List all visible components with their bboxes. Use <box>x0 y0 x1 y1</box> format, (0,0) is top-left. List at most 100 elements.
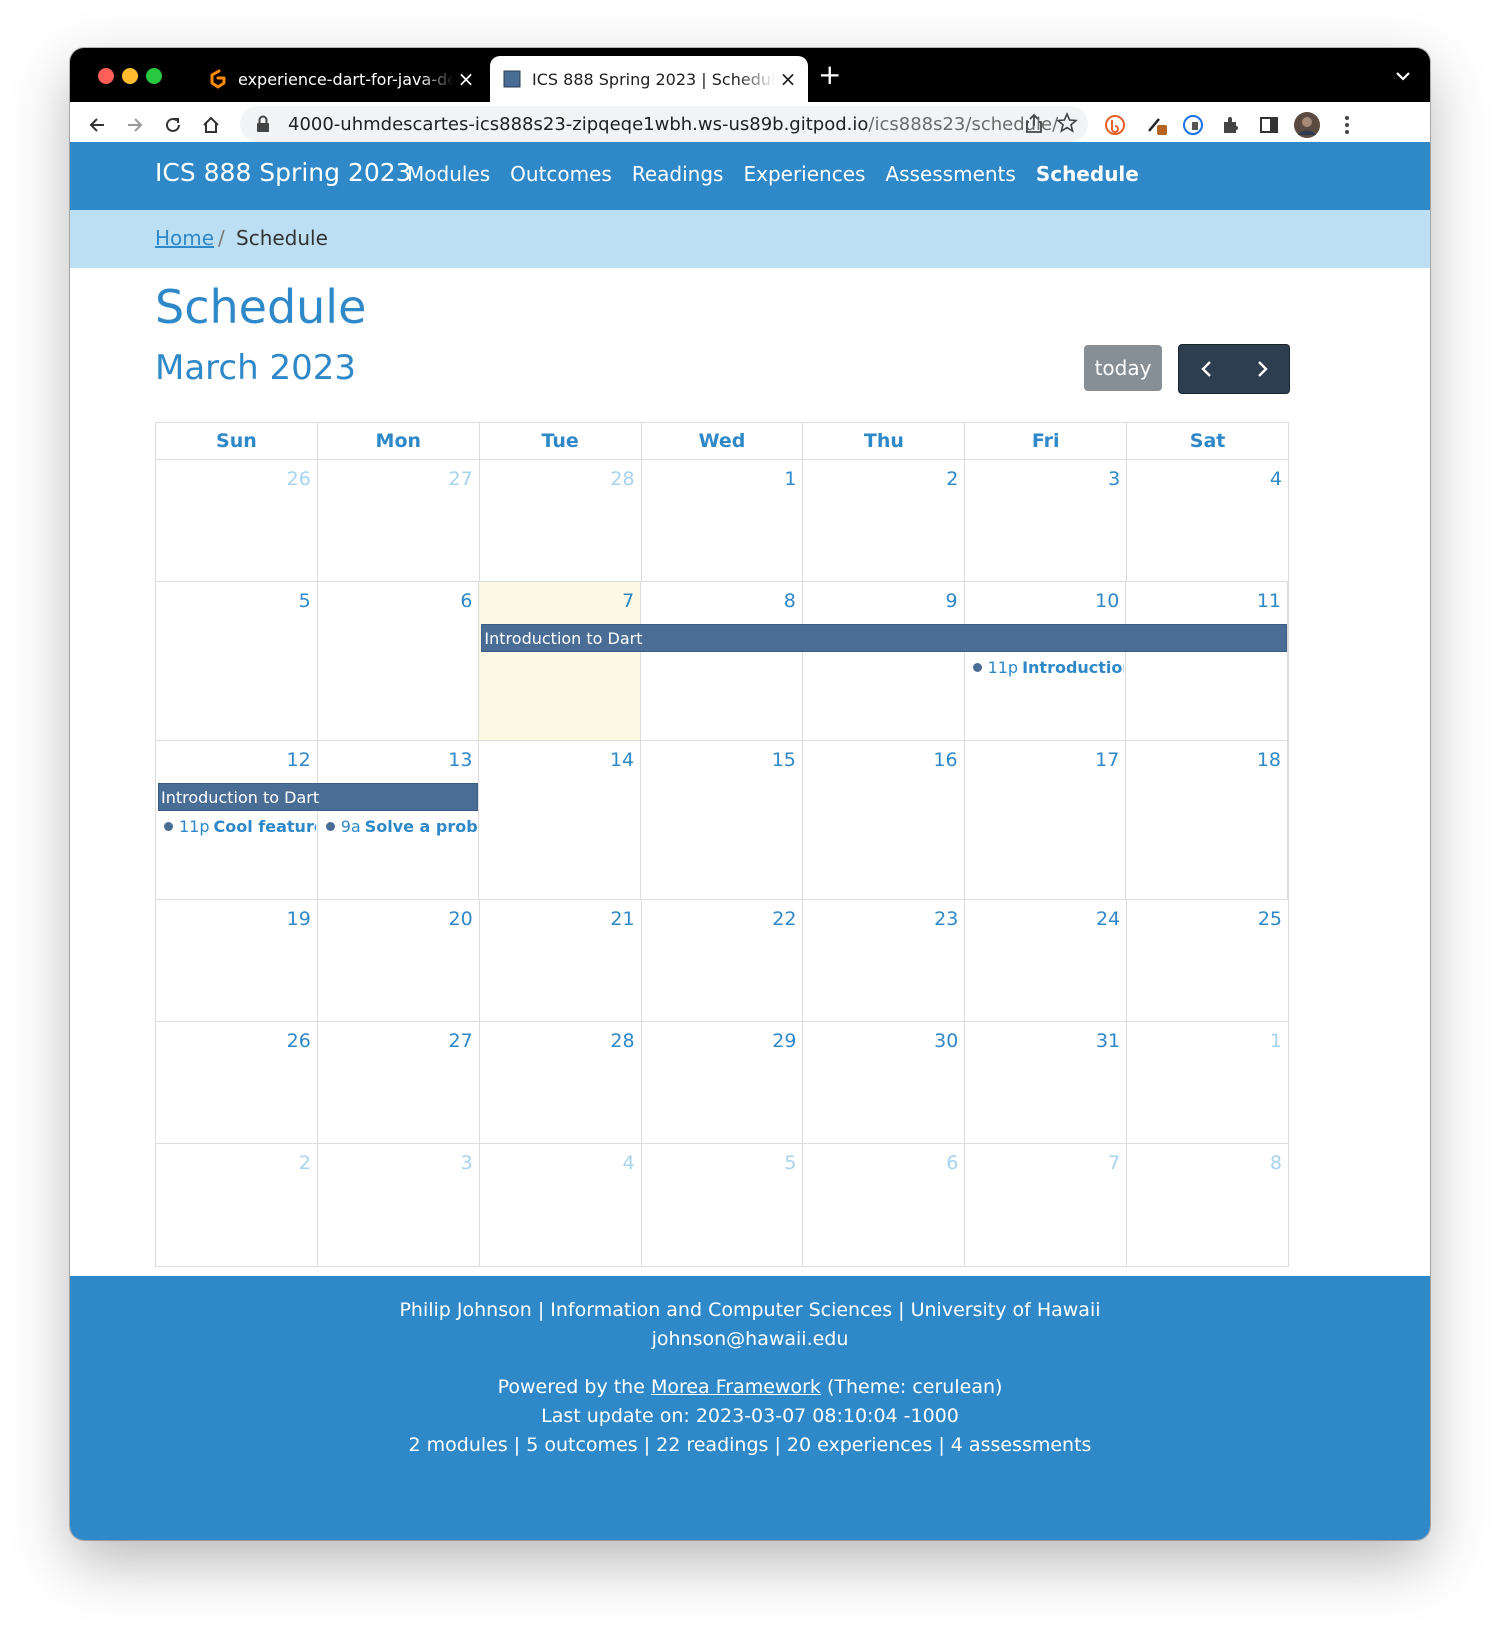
close-window-button[interactable] <box>98 68 114 84</box>
calendar-day-cell[interactable]: 25 <box>1127 900 1288 1021</box>
day-number[interactable]: 15 <box>772 749 796 771</box>
day-number[interactable]: 19 <box>287 908 311 930</box>
day-number[interactable]: 1 <box>784 468 796 490</box>
bookmark-star-icon[interactable] <box>1056 111 1078 139</box>
calendar-day-cell[interactable]: 7 <box>965 1144 1128 1266</box>
calendar-event-item[interactable]: 11pCool features <box>164 817 316 836</box>
next-month-button[interactable] <box>1234 345 1289 393</box>
site-brand[interactable]: ICS 888 Spring 2023 <box>155 158 412 187</box>
calendar-day-cell[interactable]: 23 <box>803 900 966 1021</box>
calendar-day-cell[interactable]: 21 <box>480 900 642 1021</box>
day-number[interactable]: 7 <box>1108 1152 1120 1174</box>
day-number[interactable]: 12 <box>287 749 311 771</box>
profile-avatar[interactable] <box>1294 112 1320 138</box>
day-number[interactable]: 8 <box>784 590 796 612</box>
maximize-window-button[interactable] <box>146 68 162 84</box>
back-icon[interactable] <box>84 112 110 138</box>
calendar-day-cell[interactable]: 1 <box>642 460 804 581</box>
calendar-day-cell[interactable]: 16 <box>803 741 965 899</box>
morea-framework-link[interactable]: Morea Framework <box>651 1376 821 1398</box>
calendar-day-cell-today[interactable]: 7 <box>479 582 642 740</box>
day-number[interactable]: 18 <box>1257 749 1281 771</box>
calendar-day-cell[interactable]: 8 <box>1127 1144 1288 1266</box>
calendar-day-cell[interactable]: 5 <box>156 582 318 740</box>
calendar-day-cell[interactable]: 6 <box>803 1144 966 1266</box>
nav-modules[interactable]: Modules <box>407 162 490 186</box>
calendar-event-bar[interactable]: Introduction to Dart <box>481 624 1287 652</box>
nav-experiences[interactable]: Experiences <box>743 162 865 186</box>
calendar-day-cell[interactable]: 20 <box>318 900 480 1021</box>
chevron-down-icon[interactable] <box>1396 66 1410 85</box>
day-number[interactable]: 23 <box>934 908 958 930</box>
calendar-day-cell[interactable]: 28 <box>480 460 642 581</box>
nav-schedule[interactable]: Schedule <box>1036 162 1139 186</box>
calendar-day-cell[interactable]: 14 <box>479 741 642 899</box>
day-number[interactable]: 5 <box>299 590 311 612</box>
day-number[interactable]: 10 <box>1095 590 1119 612</box>
calendar-day-cell[interactable]: 26 <box>156 1022 318 1143</box>
calendar-day-cell[interactable]: 9 <box>803 582 965 740</box>
day-number[interactable]: 11 <box>1257 590 1281 612</box>
nav-readings[interactable]: Readings <box>632 162 724 186</box>
calendar-event-item[interactable]: 9aSolve a problem <box>325 817 477 836</box>
day-number[interactable]: 3 <box>1108 468 1120 490</box>
calendar-day-cell[interactable]: 4 <box>480 1144 642 1266</box>
day-number[interactable]: 16 <box>933 749 957 771</box>
nav-outcomes[interactable]: Outcomes <box>510 162 612 186</box>
day-number[interactable]: 4 <box>622 1152 634 1174</box>
day-number[interactable]: 13 <box>448 749 472 771</box>
day-number[interactable]: 28 <box>610 468 634 490</box>
calendar-day-cell[interactable]: 30 <box>803 1022 966 1143</box>
calendar-day-cell[interactable]: 1 <box>1127 1022 1288 1143</box>
calendar-day-cell[interactable]: 28 <box>480 1022 642 1143</box>
day-number[interactable]: 6 <box>460 590 472 612</box>
extension-g-icon[interactable] <box>1180 112 1206 138</box>
day-number[interactable]: 25 <box>1258 908 1282 930</box>
day-number[interactable]: 6 <box>946 1152 958 1174</box>
calendar-day-cell[interactable]: 17 <box>965 741 1127 899</box>
day-number[interactable]: 4 <box>1270 468 1282 490</box>
side-panel-icon[interactable] <box>1256 112 1282 138</box>
calendar-day-cell[interactable]: 6 <box>318 582 480 740</box>
calendar-day-cell[interactable]: 27 <box>318 460 480 581</box>
calendar-day-cell[interactable]: 31 <box>965 1022 1128 1143</box>
day-number[interactable]: 9 <box>946 590 958 612</box>
day-number[interactable]: 26 <box>287 1030 311 1052</box>
calendar-day-cell[interactable]: 3 <box>965 460 1128 581</box>
calendar-day-cell[interactable]: 24 <box>965 900 1128 1021</box>
calendar-day-cell[interactable]: 15 <box>641 741 803 899</box>
share-icon[interactable] <box>1024 112 1044 139</box>
day-number[interactable]: 20 <box>449 908 473 930</box>
nav-assessments[interactable]: Assessments <box>885 162 1015 186</box>
day-number[interactable]: 22 <box>772 908 796 930</box>
calendar-day-cell[interactable]: 11 <box>1126 582 1289 740</box>
reload-icon[interactable] <box>160 112 186 138</box>
day-number[interactable]: 8 <box>1270 1152 1282 1174</box>
day-number[interactable]: 7 <box>622 590 634 612</box>
calendar-day-cell[interactable]: 4 <box>1127 460 1288 581</box>
tab-gitpod[interactable]: experience-dart-for-java-developers × <box>196 56 486 102</box>
prev-month-button[interactable] <box>1179 345 1234 393</box>
day-number[interactable]: 2 <box>299 1152 311 1174</box>
extensions-puzzle-icon[interactable] <box>1218 112 1244 138</box>
calendar-day-cell[interactable]: 19 <box>156 900 318 1021</box>
day-number[interactable]: 31 <box>1096 1030 1120 1052</box>
day-number[interactable]: 21 <box>610 908 634 930</box>
browser-menu-icon[interactable] <box>1334 112 1360 138</box>
new-tab-icon[interactable]: + <box>818 60 841 90</box>
calendar-day-cell[interactable]: 2 <box>803 460 966 581</box>
extension-b-icon[interactable] <box>1102 112 1128 138</box>
day-number[interactable]: 29 <box>772 1030 796 1052</box>
day-number[interactable]: 2 <box>946 468 958 490</box>
breadcrumb-home-link[interactable]: Home <box>155 226 214 250</box>
day-number[interactable]: 14 <box>610 749 634 771</box>
day-number[interactable]: 5 <box>784 1152 796 1174</box>
calendar-day-cell[interactable]: 22 <box>642 900 804 1021</box>
day-number[interactable]: 28 <box>610 1030 634 1052</box>
calendar-day-cell[interactable]: 29 <box>642 1022 804 1143</box>
calendar-day-cell[interactable]: 18 <box>1126 741 1289 899</box>
minimize-window-button[interactable] <box>122 68 138 84</box>
home-icon[interactable] <box>198 112 224 138</box>
close-tab-icon[interactable]: × <box>776 67 800 91</box>
calendar-day-cell[interactable]: 2 <box>156 1144 318 1266</box>
